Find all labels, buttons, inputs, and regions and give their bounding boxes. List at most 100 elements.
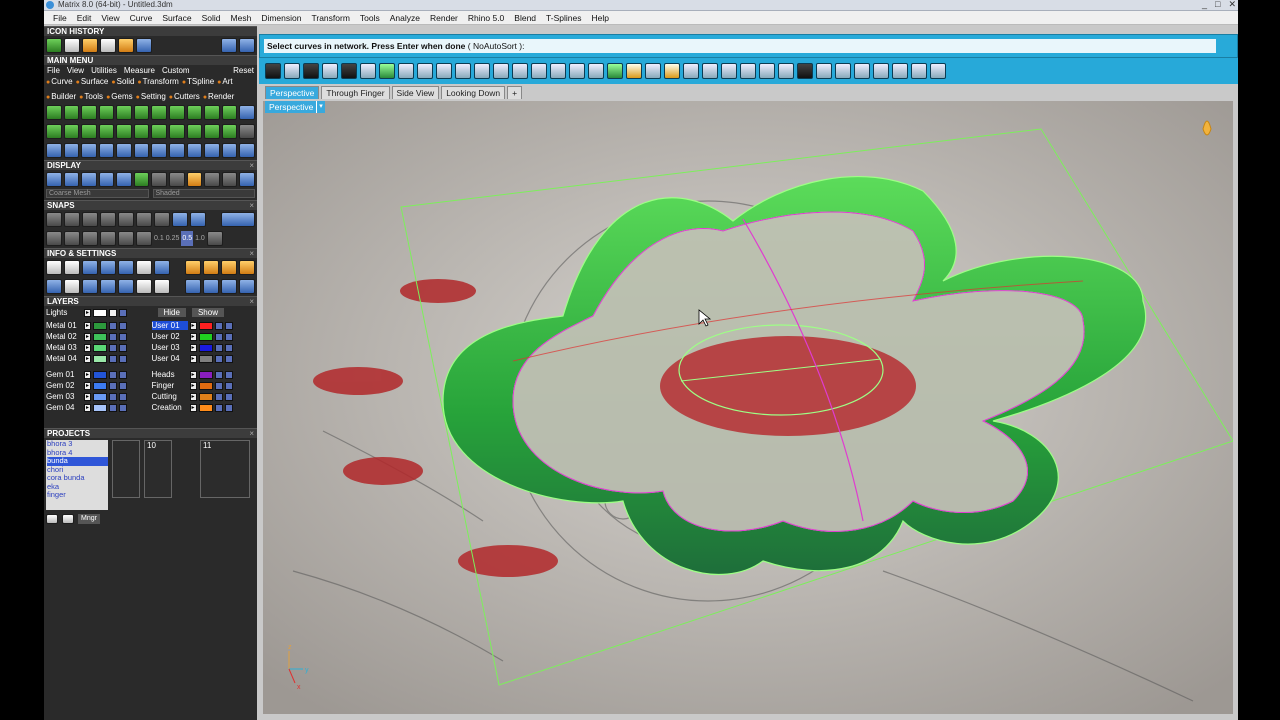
layer-color-swatch[interactable] xyxy=(198,343,213,352)
layer-color-swatch[interactable] xyxy=(93,354,107,363)
layer-visible-icon[interactable] xyxy=(224,321,233,330)
mm-utilities[interactable]: Utilities xyxy=(91,66,117,75)
layer-color-swatch[interactable] xyxy=(93,332,107,341)
layer-row[interactable]: Metal 04 ▸ xyxy=(46,353,150,364)
menu-file[interactable]: File xyxy=(48,11,72,24)
cut-icon[interactable] xyxy=(531,63,547,79)
transform-tool-icon[interactable] xyxy=(204,143,220,158)
layer-lock-icon[interactable] xyxy=(214,392,223,401)
line-tool-icon[interactable] xyxy=(64,38,80,53)
info-tool-icon[interactable] xyxy=(154,279,170,294)
info-tool-icon[interactable] xyxy=(118,260,134,275)
minimize-button[interactable]: _ xyxy=(1202,0,1207,9)
grid-snap-icon[interactable] xyxy=(136,231,152,246)
display-icon[interactable] xyxy=(133,172,150,187)
info-tool-icon[interactable] xyxy=(82,279,98,294)
layer-lock-icon[interactable] xyxy=(109,354,117,363)
layer-row[interactable]: Creation ▸ xyxy=(152,402,256,413)
layer-lock-icon[interactable] xyxy=(109,381,117,390)
transform-tool-icon[interactable] xyxy=(63,143,80,158)
menu-dimension[interactable]: Dimension xyxy=(256,11,306,24)
history-forward-icon[interactable] xyxy=(239,38,255,53)
surface-tool-icon[interactable] xyxy=(63,124,80,139)
cat-render[interactable]: Render xyxy=(203,91,234,103)
snap-toggle-icon[interactable] xyxy=(221,212,255,227)
layer-row[interactable]: User 02 ▸ xyxy=(152,331,256,342)
layer-color-swatch[interactable] xyxy=(93,392,107,401)
mm-reset[interactable]: Reset xyxy=(233,66,254,75)
layer-row[interactable]: Finger ▸ xyxy=(152,380,256,391)
layer-color-swatch[interactable] xyxy=(93,403,107,412)
blend-icon[interactable] xyxy=(341,63,357,79)
tab-through-finger[interactable]: Through Finger xyxy=(321,86,390,99)
menu-edit[interactable]: Edit xyxy=(72,11,97,24)
point-icon[interactable] xyxy=(569,63,585,79)
save-icon[interactable] xyxy=(588,63,604,79)
menu-blend[interactable]: Blend xyxy=(509,11,541,24)
menu-tools[interactable]: Tools xyxy=(355,11,385,24)
extrude-icon[interactable] xyxy=(398,63,414,79)
surface-tool-icon[interactable] xyxy=(169,124,185,139)
surface-tool-icon[interactable] xyxy=(221,124,238,139)
perspective-viewport[interactable]: z y x xyxy=(263,101,1233,714)
snap-value-4[interactable]: 1.0 xyxy=(195,231,205,246)
surface-tool-icon[interactable] xyxy=(204,124,220,139)
material-sphere-icon[interactable] xyxy=(151,172,168,187)
layer-row[interactable]: Heads ▸ xyxy=(152,369,256,380)
gem-icon[interactable] xyxy=(455,63,471,79)
cat-tools[interactable]: Tools xyxy=(79,91,103,103)
layer-visible-icon[interactable] xyxy=(119,343,127,352)
viewport-menu-icon[interactable]: ▾ xyxy=(316,101,325,113)
layer-row[interactable]: Gem 04 ▸ xyxy=(46,402,150,413)
surface-tool-icon[interactable] xyxy=(81,105,97,120)
snap-icon[interactable] xyxy=(911,63,927,79)
layer-visible-icon[interactable] xyxy=(224,343,233,352)
info-tool-icon[interactable] xyxy=(154,260,170,275)
monitor-icon[interactable] xyxy=(417,63,433,79)
layer-lock-icon[interactable] xyxy=(214,332,223,341)
grid-snap-icon[interactable] xyxy=(100,231,116,246)
display-icon[interactable] xyxy=(239,172,255,187)
layer-visible-icon[interactable] xyxy=(224,381,233,390)
curve-tool-icon[interactable] xyxy=(82,38,98,53)
snap-mid-icon[interactable] xyxy=(100,212,116,227)
transform-tool-icon[interactable] xyxy=(186,143,203,158)
layer-visible-icon[interactable] xyxy=(224,354,233,363)
menu-help[interactable]: Help xyxy=(586,11,613,24)
surface-tool-icon[interactable] xyxy=(81,124,97,139)
recent-tool-icon[interactable] xyxy=(46,38,62,53)
project-list[interactable]: bhora 3 bhora 4 bunda chori cora bunda e… xyxy=(46,440,108,510)
snap-end-icon[interactable] xyxy=(46,212,62,227)
shaded-icon[interactable] xyxy=(63,172,80,187)
tab-perspective[interactable]: Perspective xyxy=(265,86,320,99)
show-button[interactable]: Show xyxy=(191,308,224,317)
zoom-icon[interactable] xyxy=(64,260,80,275)
layer-color-swatch[interactable] xyxy=(198,392,213,401)
layers-close-icon[interactable]: × xyxy=(249,297,254,307)
lock-icon[interactable] xyxy=(854,63,870,79)
layer-row[interactable]: Metal 03 ▸ xyxy=(46,342,150,353)
unlock-icon[interactable] xyxy=(873,63,889,79)
tab-looking-down[interactable]: Looking Down xyxy=(441,86,506,99)
info-tool-icon[interactable] xyxy=(100,260,116,275)
render-sphere-icon[interactable] xyxy=(116,172,132,187)
command-option[interactable]: ( NoAutoSort ): xyxy=(468,41,525,51)
layer-lock-icon[interactable] xyxy=(109,321,117,330)
snap-near-icon[interactable] xyxy=(64,212,80,227)
transform-tool-icon[interactable] xyxy=(98,143,115,158)
display-close-icon[interactable]: × xyxy=(249,161,254,171)
layer-color-swatch[interactable] xyxy=(93,370,107,379)
layer-lock-icon[interactable] xyxy=(214,381,223,390)
surface-icon[interactable] xyxy=(379,63,395,79)
surface-tool-icon[interactable] xyxy=(186,124,203,139)
layers-icon[interactable] xyxy=(816,63,832,79)
mm-view[interactable]: View xyxy=(67,66,84,75)
surface-tool-icon[interactable] xyxy=(133,105,150,120)
settings-tool-icon[interactable] xyxy=(136,38,152,53)
cross-icon[interactable] xyxy=(797,63,813,79)
surface-tool-icon[interactable] xyxy=(204,105,220,120)
panel-icon[interactable] xyxy=(778,63,794,79)
material-sphere-icon[interactable] xyxy=(221,172,238,187)
cat-solid[interactable]: Solid xyxy=(111,76,135,88)
snap-point-icon[interactable] xyxy=(82,212,98,227)
